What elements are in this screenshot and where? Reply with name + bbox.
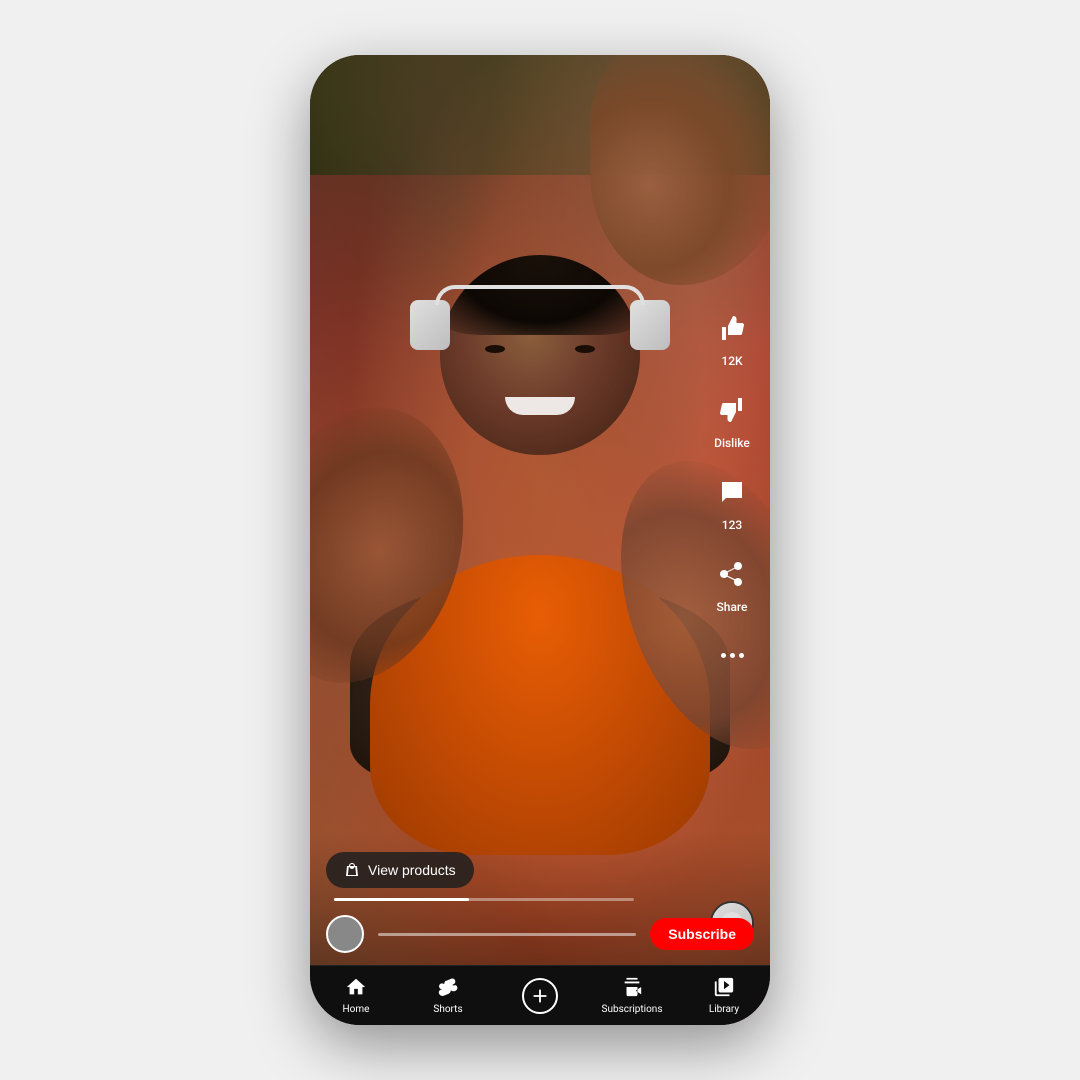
comment-button[interactable]: 123 (710, 470, 754, 532)
shopping-bag-icon (344, 862, 360, 878)
nav-home-label: Home (343, 1004, 370, 1015)
phone-frame: 12K Dislike 123 (310, 55, 770, 1025)
subscriptions-icon (621, 976, 643, 1001)
channel-row: Subscribe (326, 915, 754, 953)
subscribe-button[interactable]: Subscribe (650, 918, 754, 950)
progress-bar[interactable] (334, 898, 634, 901)
nav-shorts-label: Shorts (433, 1004, 462, 1015)
comment-count: 123 (722, 518, 742, 532)
bottom-navigation: Home Shorts (310, 965, 770, 1025)
channel-avatar[interactable] (326, 915, 364, 953)
like-icon (710, 306, 754, 350)
nav-subscriptions-label: Subscriptions (602, 1004, 663, 1015)
nav-home[interactable]: Home (310, 976, 402, 1015)
like-button[interactable]: 12K (710, 306, 754, 368)
add-icon (522, 978, 558, 1014)
share-label: Share (717, 600, 748, 614)
dislike-icon (710, 388, 754, 432)
like-count: 12K (721, 354, 742, 368)
bottom-overlay: View products Subscribe (310, 852, 770, 965)
progress-fill (334, 898, 469, 901)
nav-shorts[interactable]: Shorts (402, 976, 494, 1015)
nav-add[interactable] (494, 978, 586, 1014)
video-area[interactable]: 12K Dislike 123 (310, 55, 770, 1025)
more-button[interactable] (721, 634, 744, 678)
action-bar: 12K Dislike 123 (710, 306, 754, 678)
nav-library[interactable]: Library (678, 976, 770, 1015)
comment-icon (710, 470, 754, 514)
shorts-icon (437, 976, 459, 1001)
share-button[interactable]: Share (710, 552, 754, 614)
home-icon (345, 976, 367, 1001)
view-products-button[interactable]: View products (326, 852, 474, 888)
dislike-button[interactable]: Dislike (710, 388, 754, 450)
view-products-label: View products (368, 862, 456, 878)
library-icon (713, 976, 735, 1001)
dislike-label: Dislike (714, 436, 750, 450)
channel-name-placeholder (378, 933, 636, 936)
more-icon (721, 634, 744, 678)
share-icon (710, 552, 754, 596)
nav-library-label: Library (709, 1004, 739, 1015)
nav-subscriptions[interactable]: Subscriptions (586, 976, 678, 1015)
